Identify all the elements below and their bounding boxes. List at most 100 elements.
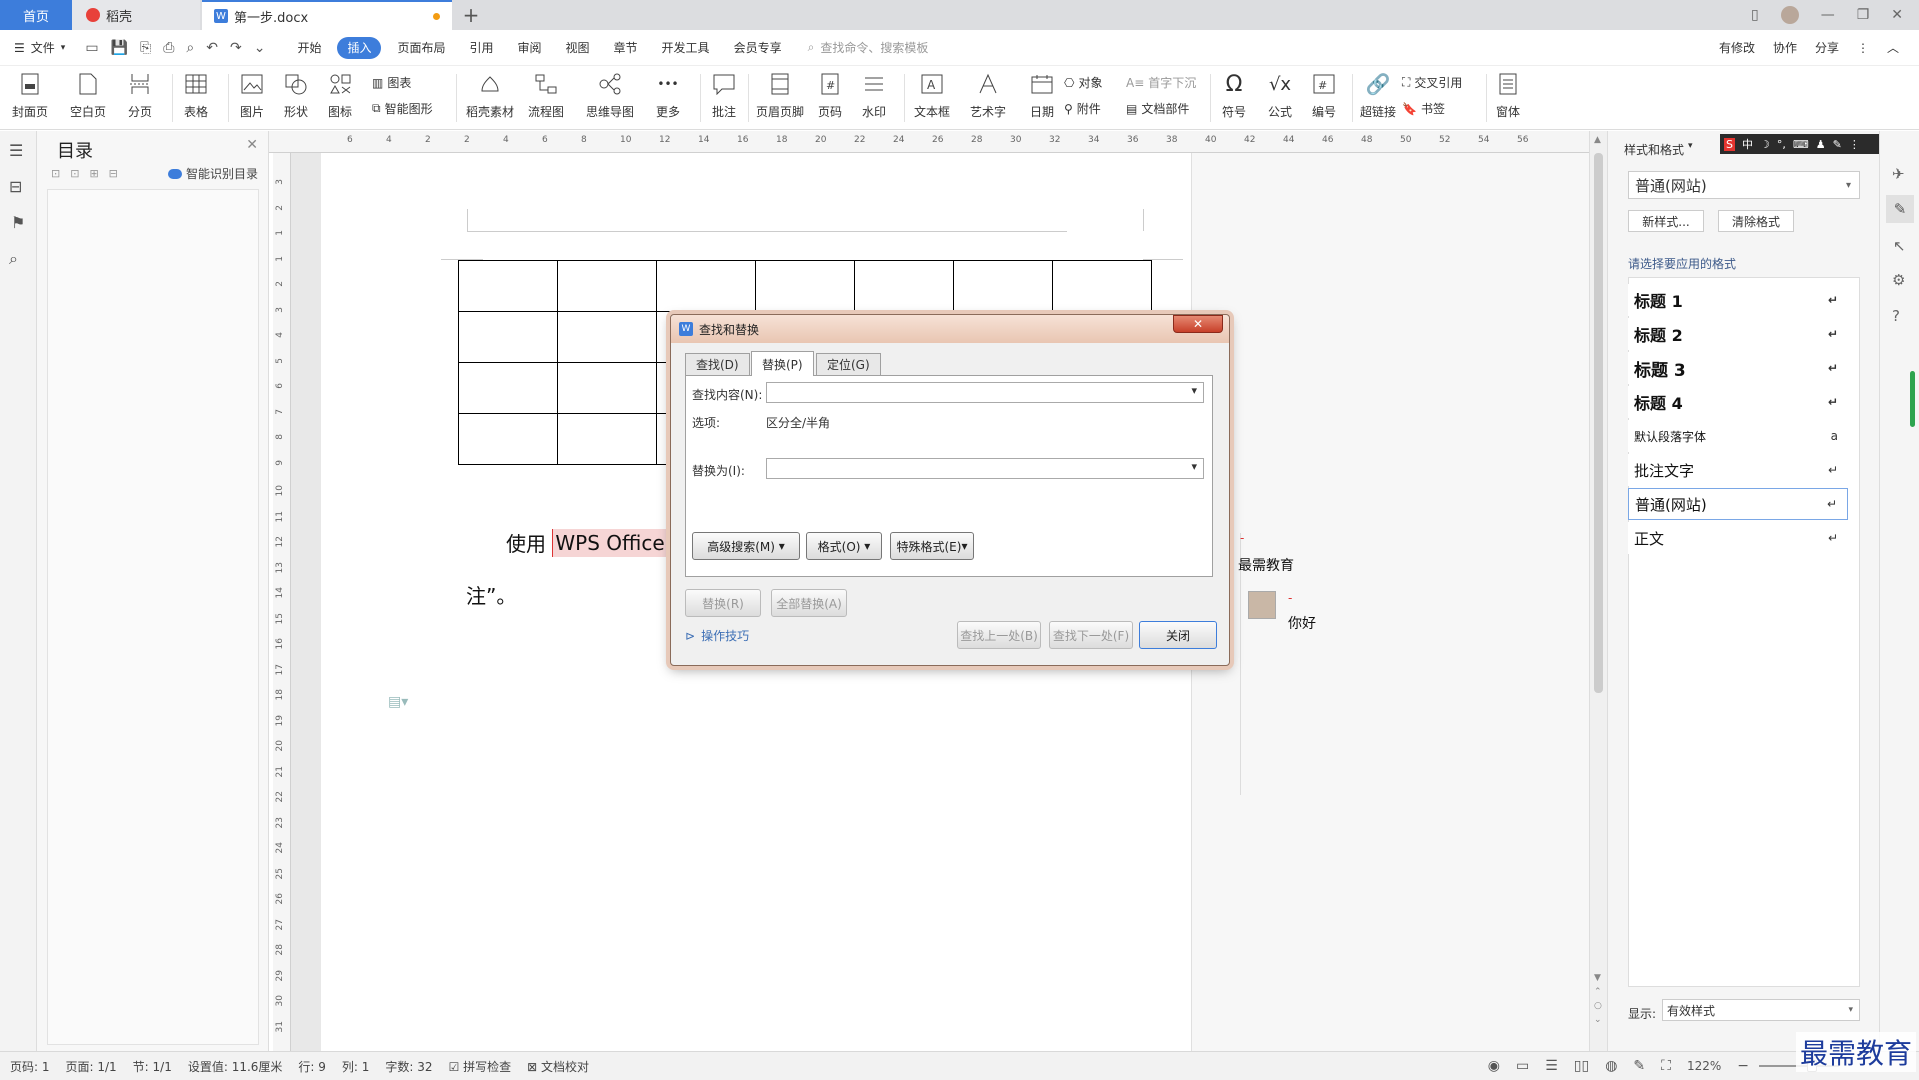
bookmark-button[interactable]: 🔖 书签 bbox=[1402, 100, 1445, 117]
ribbon-tab[interactable]: 会员专享 bbox=[722, 37, 794, 59]
ribbon-tab[interactable]: 开发工具 bbox=[650, 37, 722, 59]
tab-home[interactable]: 首页 bbox=[0, 0, 72, 30]
table-cell[interactable] bbox=[557, 413, 657, 465]
horizontal-ruler[interactable]: 6 4 2 2 4 6 8 10 12 14 16 18 20 22 24 26 28 30 32 34 36 38 40 4… bbox=[269, 131, 1599, 153]
show-filter-select[interactable]: 有效样式 ▾ bbox=[1662, 999, 1860, 1021]
scroll-nav-icons[interactable]: ▼ ⌃ ○ ⌄ bbox=[1594, 971, 1602, 1027]
style-item[interactable]: 普通(网站) ↵ bbox=[1628, 488, 1848, 520]
more-icon[interactable]: ⋮ bbox=[1857, 41, 1869, 55]
hyperlink-button[interactable]: 🔗 超链接 bbox=[1360, 70, 1396, 120]
format-painter-icon[interactable]: ⎘ bbox=[140, 40, 151, 56]
table-cell[interactable] bbox=[656, 260, 756, 312]
object-button[interactable]: ⎔ 对象 bbox=[1064, 74, 1103, 91]
dialog-close-button[interactable]: ✕ bbox=[1173, 315, 1223, 333]
new-tab-button[interactable]: + bbox=[456, 0, 486, 30]
add-heading-icon[interactable]: ⊞ bbox=[89, 167, 98, 180]
new-style-button[interactable]: 新样式... bbox=[1628, 210, 1704, 232]
replace-button[interactable]: 替换(R) bbox=[685, 589, 761, 617]
comment-button[interactable]: 批注 bbox=[710, 70, 738, 120]
status-words[interactable]: 字数: 32 bbox=[385, 1058, 432, 1075]
comment-reply-text[interactable]: 你好 bbox=[1288, 613, 1316, 633]
web-view-icon[interactable]: ◍ bbox=[1605, 1058, 1617, 1074]
replace-input[interactable] bbox=[766, 458, 1204, 479]
new-doc-icon[interactable]: ▭ bbox=[85, 40, 98, 56]
daoke-material-button[interactable]: 稻壳素材 bbox=[466, 70, 514, 120]
style-item[interactable]: 标题 3 ↵ bbox=[1628, 352, 1848, 384]
print-icon[interactable]: ⎙ bbox=[163, 40, 174, 56]
style-item[interactable]: 标题 1 ↵ bbox=[1628, 284, 1848, 316]
crossref-button[interactable]: ⛶ 交叉引用 bbox=[1402, 74, 1462, 91]
smart-toc-button[interactable]: 智能识别目录 bbox=[167, 165, 258, 182]
has-changes-button[interactable]: 有修改 bbox=[1719, 39, 1755, 56]
ribbon-tab[interactable]: 插入 bbox=[337, 36, 382, 59]
table-cell[interactable] bbox=[458, 413, 558, 465]
docpart-button[interactable]: ▤ 文档部件 bbox=[1126, 100, 1189, 117]
watermark-button[interactable]: 水印 bbox=[860, 70, 888, 120]
tab-goto[interactable]: 定位(G) bbox=[816, 353, 881, 375]
tab-replace[interactable]: 替换(P) bbox=[751, 351, 814, 376]
scrollbar-thumb[interactable] bbox=[1594, 153, 1603, 693]
collapse-ribbon-icon[interactable]: ︿ bbox=[1887, 39, 1899, 56]
save-icon[interactable]: 💾 bbox=[111, 40, 128, 56]
find-input[interactable] bbox=[766, 382, 1204, 403]
bookmark-side-icon[interactable]: ⚑ bbox=[11, 213, 25, 232]
zoom-level[interactable]: 122% bbox=[1687, 1059, 1721, 1073]
table-cell[interactable] bbox=[557, 311, 657, 363]
dropcap-button[interactable]: A≡ 首字下沉 bbox=[1126, 74, 1196, 91]
paragraph-line-2[interactable]: 注”。 bbox=[466, 580, 516, 609]
tab-find[interactable]: 查找(D) bbox=[685, 353, 750, 375]
chapter-icon[interactable]: ⊟ bbox=[9, 177, 22, 196]
avatar[interactable] bbox=[1780, 6, 1799, 24]
attachment-button[interactable]: ⚲ 附件 bbox=[1064, 100, 1101, 117]
wordart-button[interactable]: 艺术字 bbox=[970, 70, 1006, 120]
redo-icon[interactable]: ↷ bbox=[230, 40, 242, 56]
zoom-out-icon[interactable]: − bbox=[1737, 1058, 1749, 1074]
shape-button[interactable]: 形状 bbox=[282, 70, 310, 120]
proofread-toggle[interactable]: ⊠ 文档校对 bbox=[527, 1058, 589, 1075]
paste-options-icon[interactable]: ▤▾ bbox=[388, 694, 408, 710]
collaborate-button[interactable]: 协作 bbox=[1773, 39, 1797, 56]
find-next-button[interactable]: 查找下一处(F) bbox=[1049, 621, 1133, 649]
page-number-button[interactable]: # 页码 bbox=[816, 70, 844, 120]
ribbon-tab[interactable]: 审阅 bbox=[506, 37, 554, 59]
ribbon-tab[interactable]: 引用 bbox=[457, 37, 505, 59]
date-button[interactable]: 日期 bbox=[1028, 70, 1056, 120]
layout-icon[interactable]: ▯ bbox=[1751, 7, 1759, 23]
undo-icon[interactable]: ↶ bbox=[206, 40, 218, 56]
style-item[interactable]: 标题 4 ↵ bbox=[1628, 386, 1848, 418]
more-button[interactable]: ••• 更多 bbox=[654, 70, 682, 120]
close-pane-icon[interactable]: ✕ bbox=[246, 137, 258, 153]
search-side-icon[interactable]: ⌕ bbox=[9, 249, 18, 269]
table-cell[interactable] bbox=[458, 311, 558, 363]
table-cell[interactable] bbox=[557, 362, 657, 414]
ribbon-tab[interactable]: 视图 bbox=[554, 37, 602, 59]
page-break-button[interactable]: 分页 bbox=[126, 70, 154, 120]
print-preview-icon[interactable]: ⌕ bbox=[186, 40, 194, 56]
formula-button[interactable]: √x 公式 bbox=[1266, 70, 1294, 120]
panel-scroll-indicator[interactable] bbox=[1910, 371, 1915, 427]
table-cell[interactable] bbox=[755, 260, 855, 312]
table-cell[interactable] bbox=[953, 260, 1053, 312]
form-window-button[interactable]: 窗体 bbox=[1494, 70, 1522, 120]
outline-icon[interactable]: ☰ bbox=[9, 141, 23, 160]
clear-format-button[interactable]: 清除格式 bbox=[1718, 210, 1794, 232]
style-item[interactable]: 标题 2 ↵ bbox=[1628, 318, 1848, 350]
table-cell[interactable] bbox=[458, 362, 558, 414]
page-view-icon[interactable]: ▭ bbox=[1516, 1058, 1529, 1074]
help-icon[interactable]: ? bbox=[1892, 307, 1900, 325]
share-button[interactable]: 分享 bbox=[1815, 39, 1839, 56]
style-item[interactable]: 批注文字 ↵ bbox=[1628, 454, 1848, 486]
special-format-button[interactable]: 特殊格式(E) ▾ bbox=[890, 532, 974, 560]
tab-daoke[interactable]: 稻壳 bbox=[72, 0, 200, 30]
vertical-ruler[interactable]: 3 2 1 1 2 3 4 5 6 7 8 9 10 11 12 13 14 15 16 17 18 19 20 21 22 23… bbox=[273, 153, 291, 1051]
remove-heading-icon[interactable]: ⊟ bbox=[109, 167, 118, 180]
find-prev-button[interactable]: 查找上一处(B) bbox=[957, 621, 1041, 649]
collapse-icon[interactable]: ⊡ bbox=[70, 167, 79, 180]
vertical-scrollbar[interactable]: ▲ ▼ ⌃ ○ ⌄ bbox=[1589, 131, 1607, 1051]
adjust-icon[interactable]: ⚙ bbox=[1892, 271, 1905, 289]
table-cell[interactable] bbox=[458, 260, 558, 312]
ribbon-tab[interactable]: 页面布局 bbox=[385, 37, 457, 59]
advanced-search-button[interactable]: 高级搜索(M) ▾ bbox=[692, 532, 800, 560]
header-footer-button[interactable]: 页眉页脚 bbox=[756, 70, 804, 120]
file-menu[interactable]: ☰ 文件 ▾ bbox=[0, 37, 77, 59]
